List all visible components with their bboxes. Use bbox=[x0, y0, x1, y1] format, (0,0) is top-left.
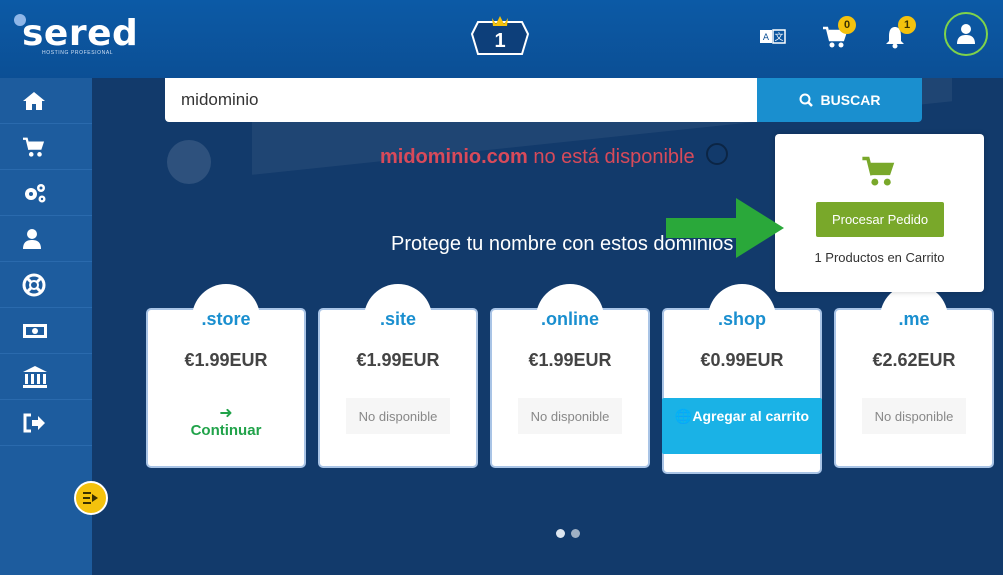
not-available-label: No disponible bbox=[518, 398, 622, 434]
brand-logo[interactable]: sered HOSTING PROFESIONAL bbox=[14, 12, 138, 58]
domain-tld: .site bbox=[364, 284, 432, 334]
sidebar-item-support[interactable] bbox=[0, 262, 92, 308]
money-bill-icon bbox=[23, 323, 47, 338]
lifebuoy-icon bbox=[22, 273, 46, 296]
domain-price: €0.99EUR bbox=[700, 350, 784, 370]
cart-summary-panel: Procesar Pedido 1 Productos en Carrito bbox=[775, 134, 984, 292]
not-available-label: No disponible bbox=[346, 398, 450, 434]
arrow-right-icon: ➜ bbox=[219, 405, 233, 422]
domain-search-input[interactable] bbox=[165, 78, 757, 122]
rank-badge[interactable]: 1 bbox=[470, 12, 530, 60]
sidebar-item-account[interactable] bbox=[0, 216, 92, 262]
domain-tld: .store bbox=[192, 284, 260, 334]
green-arrow-icon bbox=[666, 198, 784, 258]
cart-count-badge: 0 bbox=[838, 16, 856, 34]
domain-card-shop: .shop €0.99EUR 🌐Agregar al carrito bbox=[662, 284, 822, 474]
background-ring bbox=[706, 143, 728, 165]
rank-number: 1 bbox=[494, 30, 506, 52]
translate-icon[interactable]: A 文 bbox=[756, 20, 790, 54]
domain-price: €2.62EUR bbox=[872, 350, 956, 370]
domain-price: €1.99EUR bbox=[528, 350, 612, 370]
logout-icon bbox=[23, 413, 45, 432]
notification-count-badge: 1 bbox=[898, 16, 916, 34]
availability-message: midominio.com no está disponible bbox=[380, 146, 695, 169]
user-avatar-button[interactable] bbox=[944, 12, 988, 56]
add-to-cart-button[interactable]: 🌐Agregar al carrito bbox=[662, 398, 822, 454]
domain-card-site: .site €1.99EUR No disponible bbox=[318, 284, 478, 468]
user-icon bbox=[957, 24, 975, 44]
home-icon bbox=[23, 91, 45, 110]
sidebar-item-cart[interactable] bbox=[0, 124, 92, 170]
carousel-dot[interactable] bbox=[556, 529, 565, 538]
sidebar-item-home[interactable] bbox=[0, 78, 92, 124]
search-button[interactable]: BUSCAR bbox=[757, 78, 922, 122]
main-content: BUSCAR midominio.com no está disponible … bbox=[92, 78, 1003, 575]
availability-status: no está disponible bbox=[527, 146, 695, 168]
not-available-label: No disponible bbox=[862, 398, 966, 434]
domain-tld: .online bbox=[536, 284, 604, 334]
process-order-button[interactable]: Procesar Pedido bbox=[816, 202, 944, 237]
background-circle bbox=[167, 140, 211, 184]
cart-icon bbox=[23, 137, 45, 157]
sidebar-item-bank[interactable] bbox=[0, 354, 92, 400]
add-to-cart-label: Agregar al carrito bbox=[692, 408, 810, 424]
searched-domain: midominio.com bbox=[380, 146, 528, 168]
header-cart-button[interactable]: 0 bbox=[818, 16, 856, 54]
sidebar-item-billing[interactable] bbox=[0, 308, 92, 354]
cart-icon bbox=[862, 156, 895, 186]
globe-icon: 🌐 bbox=[674, 408, 693, 424]
cart-count-text: 1 Productos en Carrito bbox=[814, 250, 945, 265]
search-button-label: BUSCAR bbox=[820, 92, 881, 108]
notifications-button[interactable]: 1 bbox=[878, 16, 916, 54]
domain-card-me: .me €2.62EUR No disponible bbox=[834, 284, 994, 468]
brand-name: sered bbox=[22, 13, 139, 54]
domain-price: €1.99EUR bbox=[184, 350, 268, 370]
brand-subtitle: HOSTING PROFESIONAL bbox=[42, 50, 114, 56]
bank-icon bbox=[23, 365, 47, 388]
domain-tld: .shop bbox=[708, 284, 776, 334]
svg-text:文: 文 bbox=[774, 31, 783, 43]
sidebar-item-logout[interactable] bbox=[0, 400, 92, 446]
top-header: sered HOSTING PROFESIONAL 1 A 文 0 1 bbox=[0, 0, 1003, 78]
continue-link[interactable]: ➜ Continuar bbox=[148, 405, 304, 440]
domain-card-online: .online €1.99EUR No disponible bbox=[490, 284, 650, 468]
domain-card-store: .store €1.99EUR ➜ Continuar bbox=[146, 284, 306, 468]
svg-text:A: A bbox=[763, 33, 770, 43]
expand-sidebar-button[interactable] bbox=[74, 481, 108, 515]
sidebar-item-services[interactable] bbox=[0, 170, 92, 216]
continue-label: Continuar bbox=[190, 422, 262, 439]
gears-icon bbox=[25, 183, 46, 202]
search-icon bbox=[799, 93, 813, 107]
carousel-dot[interactable] bbox=[571, 529, 580, 538]
domain-price: €1.99EUR bbox=[356, 350, 440, 370]
carousel-dots bbox=[556, 529, 580, 538]
expand-arrow-icon bbox=[83, 492, 98, 504]
user-icon bbox=[23, 228, 41, 249]
